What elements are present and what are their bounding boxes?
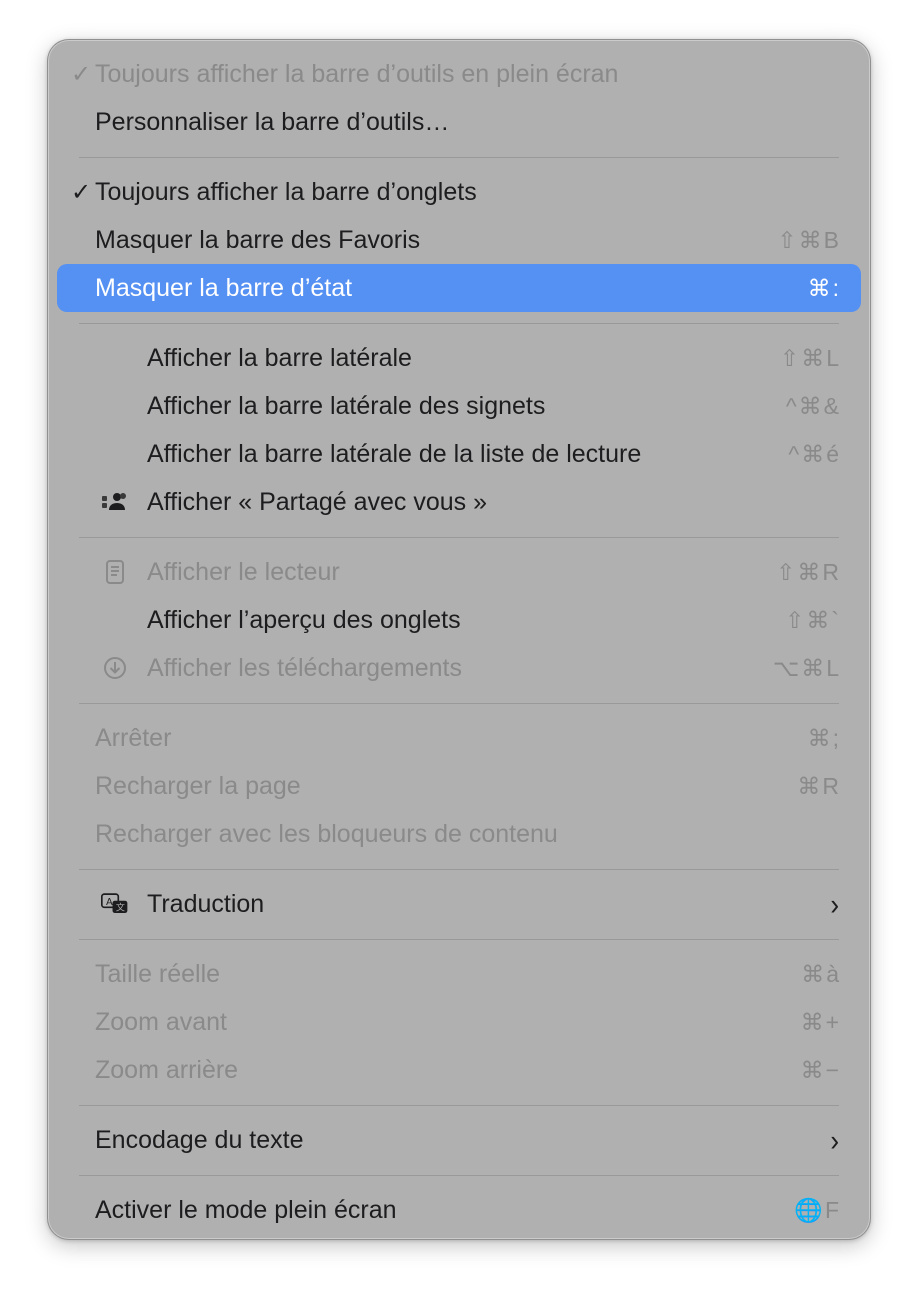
menu-item-label: Zoom avant [95, 1007, 228, 1036]
menu-separator [79, 869, 839, 870]
menu-item-translation[interactable]: A 文 Traduction › [57, 880, 861, 928]
checkmark-icon: ✓ [70, 60, 92, 88]
menu-item-label: Recharger avec les bloqueurs de contenu [95, 819, 558, 848]
menu-separator [79, 703, 839, 704]
keyboard-shortcut: ⇧⌘B [777, 226, 841, 253]
menu-item-label: Afficher la barre latérale des signets [147, 391, 546, 420]
menu-item-label: Afficher le lecteur [147, 557, 340, 586]
shared-with-you-icon [101, 488, 129, 516]
menu-item-show-sidebar[interactable]: Afficher la barre latérale ⇧⌘L [57, 334, 861, 382]
keyboard-shortcut: ⌘: [807, 274, 841, 301]
keyboard-shortcut: ⇧⌘R [776, 558, 841, 585]
menu-item-zoom-in: Zoom avant ⌘+ [57, 998, 861, 1046]
menu-item-show-reader: Afficher le lecteur ⇧⌘R [57, 548, 861, 596]
keyboard-shortcut: ⌥⌘L [772, 654, 841, 681]
keyboard-shortcut: ⌘R [797, 772, 841, 799]
menu-item-text-encoding[interactable]: Encodage du texte › [57, 1116, 861, 1164]
menu-item-show-downloads: Afficher les téléchargements ⌥⌘L [57, 644, 861, 692]
keyboard-shortcut: ⌘− [800, 1056, 841, 1083]
keyboard-shortcut: 🌐F [794, 1196, 841, 1223]
menu-separator [79, 323, 839, 324]
menu-item-always-show-tab-bar[interactable]: ✓ Toujours afficher la barre d’onglets [57, 168, 861, 216]
menu-item-zoom-out: Zoom arrière ⌘− [57, 1046, 861, 1094]
menu-item-actual-size: Taille réelle ⌘à [57, 950, 861, 998]
menu-item-label: Afficher la barre latérale [147, 343, 412, 372]
menu-item-label: Masquer la barre d’état [95, 273, 353, 302]
svg-text:文: 文 [116, 902, 125, 914]
menu-item-hide-favorites-bar[interactable]: Masquer la barre des Favoris ⇧⌘B [57, 216, 861, 264]
menu-item-show-tab-overview[interactable]: Afficher l’aperçu des onglets ⇧⌘` [57, 596, 861, 644]
keyboard-shortcut: ⇧⌘L [779, 344, 841, 371]
menu-item-reload-without-content-blockers: Recharger avec les bloqueurs de contenu [57, 810, 861, 858]
menu-item-label: Afficher l’aperçu des onglets [147, 605, 461, 634]
chevron-right-icon: › [830, 1122, 839, 1157]
menu-item-stop: Arrêter ⌘; [57, 714, 861, 762]
download-icon [101, 654, 129, 682]
menu-item-always-show-toolbar-fullscreen: ✓ Toujours afficher la barre d’outils en … [57, 50, 861, 98]
reader-icon [101, 558, 129, 586]
menu-separator [79, 537, 839, 538]
menu-item-label: Encodage du texte [95, 1125, 304, 1154]
view-menu: ✓ Toujours afficher la barre d’outils en … [47, 39, 871, 1240]
menu-item-customize-toolbar[interactable]: Personnaliser la barre d’outils… [57, 98, 861, 146]
menu-item-label: Toujours afficher la barre d’outils en p… [95, 59, 619, 88]
menu-item-label: Taille réelle [95, 959, 221, 988]
menu-separator [79, 939, 839, 940]
menu-item-hide-status-bar[interactable]: Masquer la barre d’état ⌘: [57, 264, 861, 312]
menu-item-label: Traduction [147, 889, 265, 918]
menu-item-label: Recharger la page [95, 771, 301, 800]
menu-item-label: Toujours afficher la barre d’onglets [95, 177, 477, 206]
keyboard-shortcut: ⇧⌘` [785, 606, 841, 633]
menu-item-label: Personnaliser la barre d’outils… [95, 107, 450, 136]
menu-item-enter-full-screen[interactable]: Activer le mode plein écran 🌐F [57, 1186, 861, 1234]
chevron-right-icon: › [830, 886, 839, 921]
keyboard-shortcut: ^⌘& [785, 392, 841, 419]
menu-item-show-reading-list-sidebar[interactable]: Afficher la barre latérale de la liste d… [57, 430, 861, 478]
keyboard-shortcut: ⌘+ [800, 1008, 841, 1035]
translate-icon: A文 [101, 890, 129, 918]
keyboard-shortcut: ⌘; [807, 724, 841, 751]
menu-item-label: Arrêter [95, 723, 172, 752]
menu-item-show-bookmarks-sidebar[interactable]: Afficher la barre latérale des signets ^⌘… [57, 382, 861, 430]
keyboard-shortcut: ^⌘é [788, 440, 841, 467]
menu-item-show-shared-with-you[interactable]: Afficher « Partagé avec vous » [57, 478, 861, 526]
menu-item-reload-page: Recharger la page ⌘R [57, 762, 861, 810]
svg-text:A: A [106, 897, 113, 908]
menu-item-label: Masquer la barre des Favoris [95, 225, 421, 254]
menu-item-label: Zoom arrière [95, 1055, 239, 1084]
menu-item-label: Afficher la barre latérale de la liste d… [147, 439, 642, 468]
menu-item-label: Activer le mode plein écran [95, 1195, 397, 1224]
keyboard-shortcut: ⌘à [801, 960, 841, 987]
menu-separator [79, 1105, 839, 1106]
menu-item-label: Afficher les téléchargements [147, 653, 462, 682]
menu-separator [79, 1175, 839, 1176]
menu-item-label: Afficher « Partagé avec vous » [147, 487, 488, 516]
checkmark-icon: ✓ [70, 178, 92, 206]
menu-separator [79, 157, 839, 158]
